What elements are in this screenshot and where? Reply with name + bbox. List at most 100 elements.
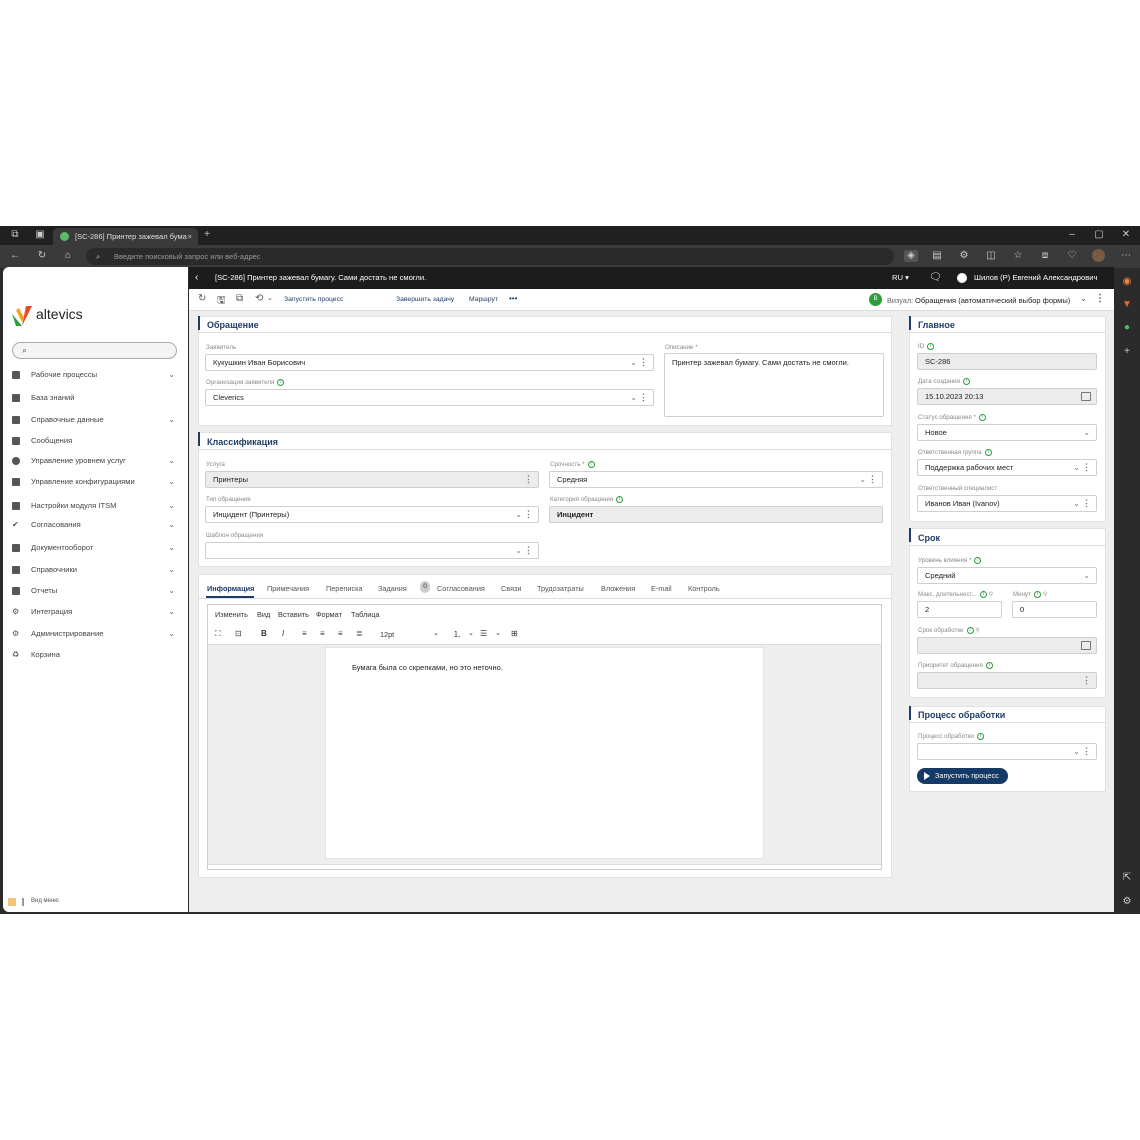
editor-page[interactable]: [325, 647, 764, 859]
sidebar-item-knowledge-base[interactable]: База знаний: [12, 391, 177, 405]
new-tab-icon[interactable]: +: [200, 229, 214, 241]
app-shortcut-icon[interactable]: ●: [1120, 322, 1134, 334]
refresh-icon[interactable]: ↻: [198, 293, 206, 304]
user-name[interactable]: Шилов (Р) Евгений Александрович: [974, 267, 1097, 289]
minutes-input[interactable]: 0: [1012, 601, 1097, 618]
tab-actions-icon[interactable]: ▣: [33, 229, 47, 241]
kebab-menu-icon[interactable]: ⋮: [639, 390, 648, 405]
sidebar-item-reference-data[interactable]: Справочные данные ⌄: [12, 413, 177, 427]
sidebar-search-input[interactable]: ⌕: [12, 342, 177, 359]
tab-approvals[interactable]: Согласования: [437, 584, 485, 593]
chevron-down-icon[interactable]: ⌄: [630, 355, 637, 370]
split-screen-icon[interactable]: ◫: [984, 250, 998, 262]
menu-view-toggle-icon[interactable]: [8, 898, 16, 906]
menu-format[interactable]: Формат: [316, 610, 342, 619]
browser-tab-active[interactable]: [SC-286] Принтер зажевал бума ×: [53, 228, 198, 245]
max-duration-input[interactable]: 2: [917, 601, 1002, 618]
collections-icon[interactable]: ⧈: [1038, 250, 1052, 262]
tab-info[interactable]: Информация: [207, 584, 254, 593]
kebab-menu-icon[interactable]: ⋮: [1082, 744, 1091, 759]
sidebar-item-messages[interactable]: Сообщения: [12, 434, 177, 448]
run-process-button[interactable]: Запустить процесс: [917, 768, 1008, 784]
chevron-down-icon[interactable]: ⌄: [1073, 744, 1080, 759]
extensions-puzzle-icon[interactable]: ⚙: [957, 250, 971, 262]
org-field[interactable]: Cleverics ⌄ ⋮: [205, 389, 654, 406]
status-select[interactable]: Новое ⌄: [917, 424, 1097, 441]
menu-edit[interactable]: Изменить: [215, 610, 248, 619]
sidebar-item-itsm-settings[interactable]: Настройки модуля ITSM ⌄: [12, 499, 177, 513]
route-button[interactable]: Маршрут: [469, 296, 498, 303]
copy-icon[interactable]: ⧉: [236, 293, 243, 304]
font-size-select[interactable]: 12pt: [380, 630, 394, 639]
chevron-down-icon[interactable]: ⌄: [433, 629, 439, 637]
select-all-icon[interactable]: ⊡: [235, 629, 242, 638]
kebab-menu-icon[interactable]: ⋮: [868, 472, 877, 487]
chevron-down-icon[interactable]: ⌄: [515, 507, 522, 522]
italic-icon[interactable]: I: [282, 629, 284, 638]
tab-attachments[interactable]: Вложения: [601, 584, 635, 593]
menu-view[interactable]: Вид: [257, 610, 270, 619]
heart-icon[interactable]: ♡: [1065, 250, 1079, 262]
service-field[interactable]: Принтеры ⋮: [205, 471, 539, 488]
sidebar-item-reports[interactable]: Отчеты ⌄: [12, 584, 177, 598]
tab-close-icon[interactable]: ×: [188, 228, 192, 245]
home-icon[interactable]: ⌂: [61, 250, 75, 262]
add-sidebar-icon[interactable]: +: [1120, 346, 1134, 358]
align-justify-icon[interactable]: ≣: [356, 629, 363, 638]
chevron-down-icon[interactable]: ⌄: [267, 294, 273, 302]
table-icon[interactable]: ⊞: [511, 629, 518, 638]
chevron-down-icon[interactable]: ⌄: [1083, 425, 1090, 440]
process-field[interactable]: ⌄ ⋮: [917, 743, 1097, 760]
save-icon[interactable]: 🖫: [217, 293, 226, 310]
favorites-icon[interactable]: ☆: [1011, 250, 1025, 262]
close-window-icon[interactable]: ✕: [1119, 229, 1133, 241]
external-link-icon[interactable]: ⇱: [1120, 872, 1134, 884]
kebab-menu-icon[interactable]: ⋮: [524, 507, 533, 522]
kebab-menu-icon[interactable]: ⋮: [1095, 293, 1105, 304]
history-icon[interactable]: ⟲: [255, 293, 263, 304]
align-right-icon[interactable]: ≡: [338, 629, 343, 638]
chevron-down-icon[interactable]: ⌄: [1073, 496, 1080, 511]
kebab-menu-icon[interactable]: ⋮: [1082, 496, 1091, 511]
sidebar-item-workflows[interactable]: Рабочие процессы ⌄: [12, 368, 177, 382]
align-left-icon[interactable]: ≡: [302, 629, 307, 638]
tab-links[interactable]: Связи: [501, 584, 521, 593]
settings-more-icon[interactable]: ⋯: [1119, 250, 1133, 262]
applicant-field[interactable]: Кукушкин Иван Борисович ⌄ ⋮: [205, 354, 654, 371]
chevron-down-icon[interactable]: ⌄: [1073, 460, 1080, 475]
copilot-icon[interactable]: ◉: [1120, 276, 1134, 288]
sidebar-item-trash[interactable]: ♻ Корзина: [12, 648, 177, 662]
impact-select[interactable]: Средний ⌄: [917, 567, 1097, 584]
tracking-prevention-icon[interactable]: ◈: [904, 250, 918, 262]
workspaces-icon[interactable]: ⧉: [8, 229, 22, 241]
tab-correspondence[interactable]: Переписка: [326, 584, 363, 593]
back-arrow-icon[interactable]: ←: [8, 250, 22, 262]
urgency-select[interactable]: Средняя ⌄ ⋮: [549, 471, 883, 488]
kebab-menu-icon[interactable]: ⋮: [1082, 673, 1091, 688]
sidebar-item-configurations[interactable]: Управление конфигурациями ⌄: [12, 475, 177, 489]
sidebar-item-directories[interactable]: Справочники ⌄: [12, 563, 177, 577]
tab-notes[interactable]: Примечания: [267, 584, 309, 593]
kebab-menu-icon[interactable]: ⋮: [639, 355, 648, 370]
sidebar-item-administration[interactable]: ⚙ Администрирование ⌄: [12, 627, 177, 641]
bullet-list-icon[interactable]: ☰: [480, 629, 487, 638]
fullscreen-icon[interactable]: ⛶: [215, 629, 221, 639]
more-actions-button[interactable]: •••: [509, 294, 517, 303]
address-input[interactable]: ⌕ Введите поисковый запрос или веб-адрес: [86, 248, 894, 265]
numbered-list-icon[interactable]: ⒈: [453, 629, 461, 640]
minimize-icon[interactable]: –: [1065, 229, 1079, 241]
chevron-down-icon[interactable]: ⌄: [1083, 568, 1090, 583]
kebab-menu-icon[interactable]: ⋮: [1082, 460, 1091, 475]
sidebar-item-documents[interactable]: Документооборот ⌄: [12, 541, 177, 555]
calendar-icon[interactable]: [1081, 392, 1091, 401]
sidebar-item-approvals[interactable]: ✔ Согласования ⌄: [12, 518, 177, 532]
maximize-icon[interactable]: ▢: [1092, 229, 1106, 241]
chat-icon[interactable]: 🗨: [929, 267, 942, 289]
finish-task-button[interactable]: Завершить задачу: [396, 296, 454, 303]
specialist-field[interactable]: Иванов Иван (Ivanov) ⌄ ⋮: [917, 495, 1097, 512]
tab-email[interactable]: E-mail: [651, 584, 672, 593]
template-field[interactable]: ⌄ ⋮: [205, 542, 539, 559]
sidebar-settings-icon[interactable]: ⚙: [1120, 896, 1134, 908]
sidebar-item-service-level[interactable]: Управление уровнем услуг ⌄: [12, 454, 177, 468]
tab-tasks[interactable]: Задания: [378, 584, 407, 593]
